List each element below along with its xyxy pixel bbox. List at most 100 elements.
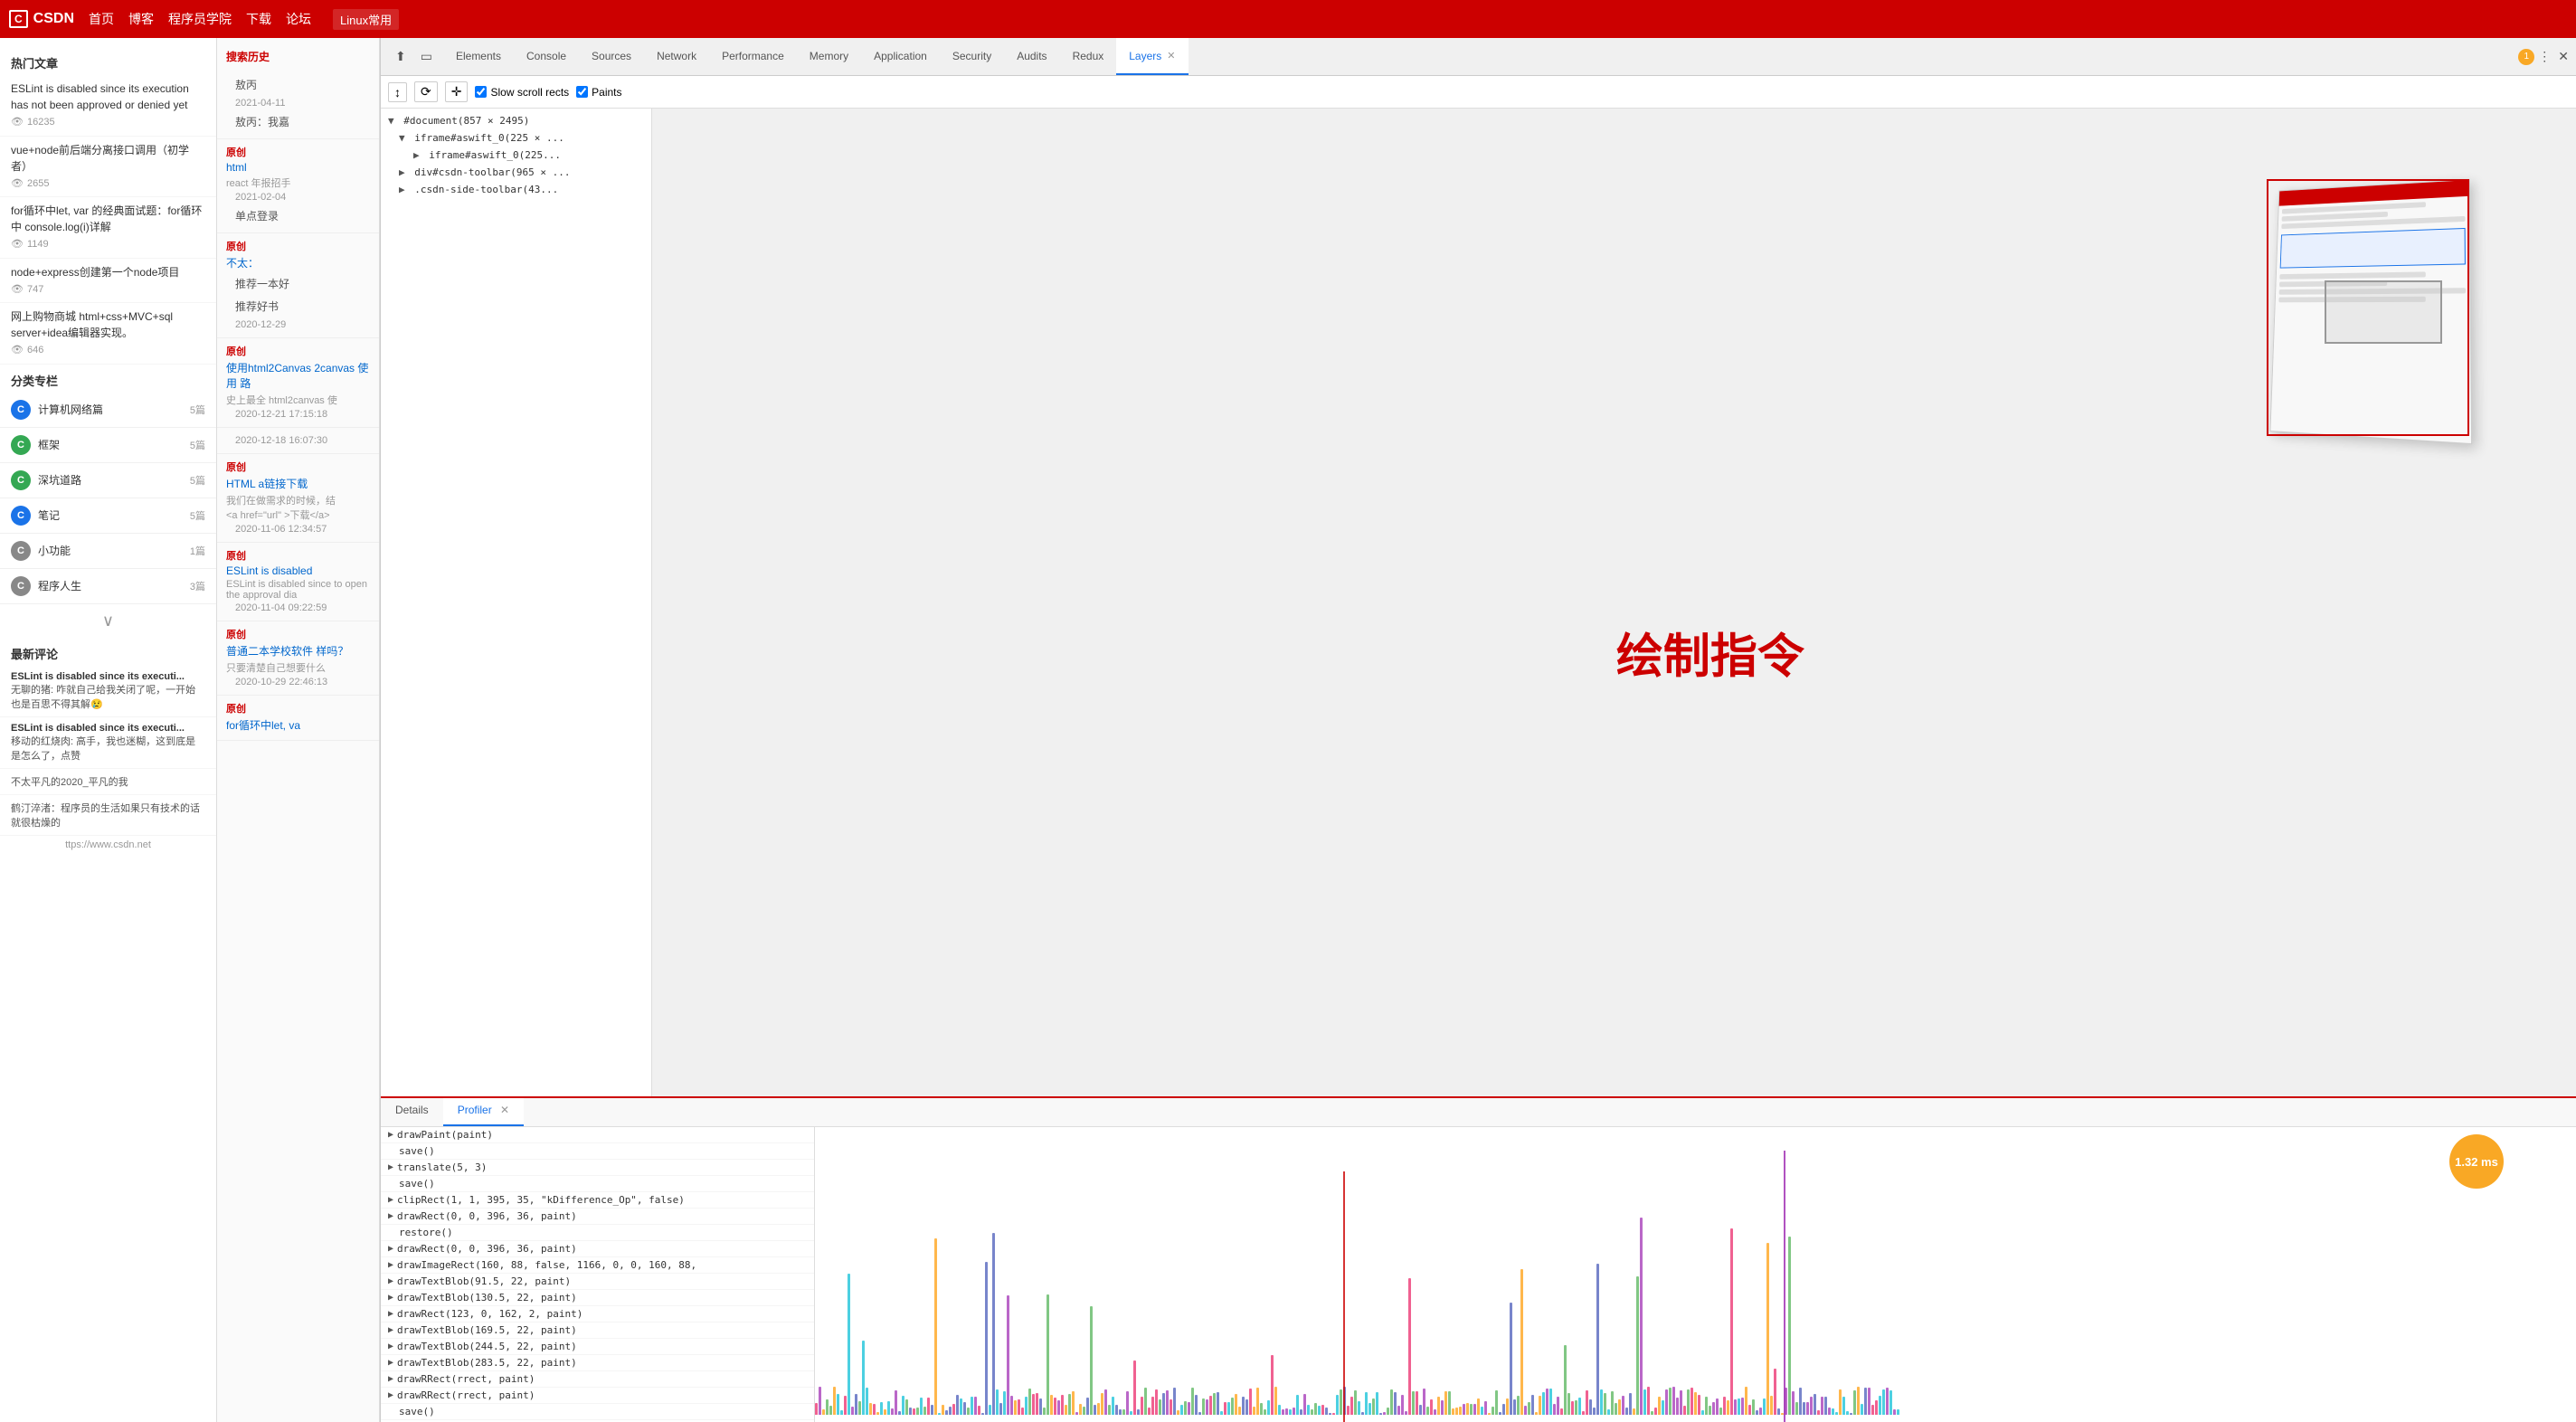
list-item[interactable]: ▶ drawTextBlob(169.5, 22, paint) xyxy=(381,1322,814,1339)
list-item[interactable]: save() xyxy=(381,1176,814,1192)
article-block[interactable]: 原创 HTML a链接下载 我们在做需求的时候，结 <a href="url" … xyxy=(217,454,379,543)
tab-elements[interactable]: Elements xyxy=(443,38,514,75)
tab-audits[interactable]: Audits xyxy=(1004,38,1059,75)
tab-sources[interactable]: Sources xyxy=(579,38,644,75)
category-count: 5篇 xyxy=(190,438,205,452)
profiler-bar xyxy=(1694,1392,1697,1415)
article-block[interactable]: 原创 for循环中let, va xyxy=(217,696,379,741)
list-item[interactable]: ▶ drawRRect(rrect, paint) xyxy=(381,1388,814,1404)
pan-tool-icon[interactable]: ↕ xyxy=(388,82,407,102)
list-item[interactable]: save() xyxy=(381,1404,814,1420)
profiler-bar xyxy=(934,1238,937,1415)
tab-security[interactable]: Security xyxy=(940,38,1004,75)
tab-redux[interactable]: Redux xyxy=(1060,38,1117,75)
article-meta: <a href="url" >下载</a> xyxy=(226,507,370,522)
list-item[interactable]: C 程序人生 3篇 xyxy=(0,569,216,604)
tab-profiler[interactable]: Profiler ✕ xyxy=(443,1098,524,1126)
list-item[interactable]: ▶ drawTextBlob(130.5, 22, paint) xyxy=(381,1290,814,1306)
profiler-bar xyxy=(1188,1402,1190,1415)
profiler-bar xyxy=(1846,1411,1849,1415)
list-item[interactable]: ▶ translate(5, 3) xyxy=(381,1160,814,1176)
profiler-bar xyxy=(1795,1402,1798,1415)
list-item[interactable]: for循环中let, var 的经典面试题：for循环中 console.log… xyxy=(0,197,216,259)
list-item[interactable]: ▶ drawTextBlob(91.5, 22, paint) xyxy=(381,1274,814,1290)
profiler-tab-close-icon[interactable]: ✕ xyxy=(500,1104,509,1116)
article-block[interactable]: 原创 ESLint is disabled ESLint is disabled… xyxy=(217,543,379,621)
tab-memory[interactable]: Memory xyxy=(797,38,861,75)
article-block[interactable]: 原创 html react 年报招手 2021-02-04 单点登录 xyxy=(217,139,379,233)
expand-arrow-icon: ▼ xyxy=(399,132,405,144)
list-item[interactable]: C 计算机网络篇 5篇 xyxy=(0,393,216,428)
profiler-bar xyxy=(1086,1398,1089,1415)
tab-performance[interactable]: Performance xyxy=(709,38,797,75)
profiler-bar xyxy=(1003,1391,1006,1415)
list-item[interactable]: C 框架 5篇 xyxy=(0,428,216,463)
paints-label[interactable]: Paints xyxy=(576,86,621,99)
list-item[interactable]: ▶ drawTextBlob(283.5, 22, paint) xyxy=(381,1355,814,1371)
devtools-tab-bar: ⬆ ▭ Elements Console Sources Network Per… xyxy=(381,38,2576,76)
layer-visualization[interactable]: 绘制指令 xyxy=(652,109,2576,1096)
device-toolbar-icon[interactable]: ▭ xyxy=(417,47,436,66)
list-item[interactable]: ▶ drawImageRect(160, 88, false, 1166, 0,… xyxy=(381,1257,814,1274)
slow-scroll-rects-label[interactable]: Slow scroll rects xyxy=(475,86,569,99)
list-item[interactable]: node+express创建第一个node项目 👁747 xyxy=(0,259,216,304)
list-item[interactable]: C 深坑道路 5篇 xyxy=(0,463,216,498)
article-block[interactable]: 2020-12-18 16:07:30 xyxy=(217,428,379,454)
article-views: 👁646 xyxy=(11,343,205,358)
list-item[interactable]: C 小功能 1篇 xyxy=(0,534,216,569)
move-tool-icon[interactable]: ✛ xyxy=(445,81,469,102)
article-title: for循环中let, var 的经典面试题：for循环中 console.log… xyxy=(11,203,205,235)
list-item[interactable]: vue+node前后端分离接口调用（初学者） 👁2655 xyxy=(0,137,216,198)
list-item[interactable]: ▶ .csdn-side-toolbar(43... xyxy=(381,181,651,198)
tab-application[interactable]: Application xyxy=(861,38,940,75)
profiler-bar xyxy=(1151,1397,1154,1415)
history-date: 2020-12-21 17:15:18 xyxy=(226,407,370,422)
list-item[interactable]: ▼ iframe#aswift_0(225 × ... xyxy=(381,129,651,147)
list-item[interactable]: ▶ iframe#aswift_0(225... xyxy=(381,147,651,164)
list-item[interactable]: ▶ drawRect(0, 0, 396, 36, paint) xyxy=(381,1241,814,1257)
list-item[interactable]: 网上购物商城 html+css+MVC+sql server+idea编辑器实现… xyxy=(0,303,216,365)
tab-console[interactable]: Console xyxy=(514,38,579,75)
article-meta: react 年报招手 xyxy=(226,175,370,190)
profiler-bar xyxy=(1068,1394,1071,1415)
list-item[interactable]: ▶ clipRect(1, 1, 395, 35, "kDifference_O… xyxy=(381,1192,814,1209)
list-item[interactable]: ▶ drawRRect(rrect, paint) xyxy=(381,1371,814,1388)
list-item[interactable]: ▶ drawRect(0, 0, 396, 36, paint) xyxy=(381,1209,814,1225)
tab-layers-close-icon[interactable]: ✕ xyxy=(1167,50,1175,62)
nav-academy[interactable]: 程序员学院 xyxy=(168,10,232,28)
close-devtools-icon[interactable]: ✕ xyxy=(2554,47,2572,66)
nav-home[interactable]: 首页 xyxy=(89,10,114,28)
profiler-bar xyxy=(1282,1409,1284,1415)
list-item[interactable]: ▶ drawTextBlob(244.5, 22, paint) xyxy=(381,1339,814,1355)
more-tabs-icon[interactable]: ⋮ xyxy=(2534,47,2554,66)
tab-network[interactable]: Network xyxy=(644,38,709,75)
slow-scroll-rects-checkbox[interactable] xyxy=(475,86,487,98)
article-block[interactable]: 原创 普通二本学校软件 样吗？ 只要清楚自己想要什么 2020-10-29 22… xyxy=(217,621,379,696)
article-block[interactable]: 敖丙 2021-04-11 敖丙：我嘉 xyxy=(217,68,379,139)
list-item[interactable]: ▶ drawPaint(paint) xyxy=(381,1127,814,1143)
list-item[interactable]: restore() xyxy=(381,1225,814,1241)
brand-logo: C CSDN xyxy=(9,10,74,28)
paints-checkbox[interactable] xyxy=(576,86,588,98)
show-more-icon[interactable]: ∨ xyxy=(0,604,216,638)
inspect-element-icon[interactable]: ⬆ xyxy=(392,47,410,66)
list-item[interactable]: ESLint is disabled since its execution h… xyxy=(0,75,216,137)
nav-download[interactable]: 下载 xyxy=(246,10,271,28)
profiler-bar xyxy=(1593,1408,1596,1415)
list-item[interactable]: ▶ drawRect(123, 0, 162, 2, paint) xyxy=(381,1306,814,1322)
profiler-bar xyxy=(1643,1389,1646,1415)
rotate-tool-icon[interactable]: ⟳ xyxy=(414,81,438,102)
list-item[interactable]: C 笔记 5篇 xyxy=(0,498,216,534)
original-badge: 原创 xyxy=(226,242,246,252)
nav-forum[interactable]: 论坛 xyxy=(286,10,311,28)
profiler-bar xyxy=(1289,1409,1292,1415)
article-block[interactable]: 原创 不太： 推荐一本好 推荐好书 2020-12-29 xyxy=(217,233,379,338)
list-item[interactable]: ▶ div#csdn-toolbar(965 × ... xyxy=(381,164,651,181)
list-item[interactable]: save() xyxy=(381,1143,814,1160)
article-block[interactable]: 原创 使用html2Canvas 2canvas 使用 路 史上最全 html2… xyxy=(217,338,379,428)
tab-layers[interactable]: Layers ✕ xyxy=(1116,38,1188,75)
profiler-bar xyxy=(1842,1397,1845,1415)
nav-blog[interactable]: 博客 xyxy=(128,10,154,28)
tab-details[interactable]: Details xyxy=(381,1098,443,1126)
list-item[interactable]: ▼ #document(857 × 2495) xyxy=(381,112,651,129)
